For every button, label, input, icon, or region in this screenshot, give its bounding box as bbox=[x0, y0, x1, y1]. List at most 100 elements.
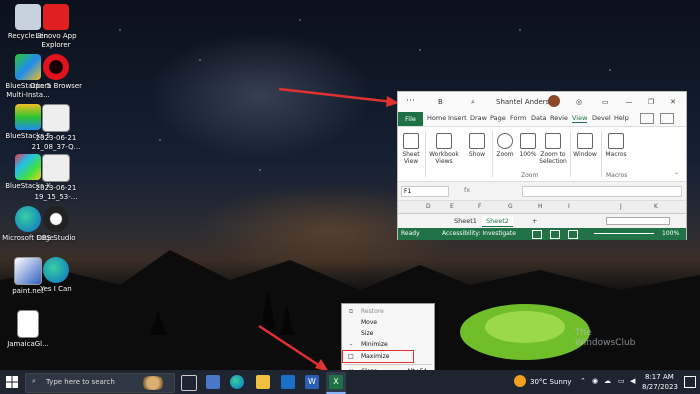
menu-item-size[interactable]: Size bbox=[343, 328, 433, 339]
quick-access-more-icon[interactable]: ⋯ bbox=[406, 96, 415, 106]
tab-review[interactable]: Revie bbox=[550, 114, 568, 122]
share-icon[interactable] bbox=[660, 113, 674, 124]
clock-date[interactable]: 8/27/2023 bbox=[642, 383, 678, 391]
restore-button[interactable]: ❐ bbox=[644, 96, 658, 108]
desktop-icon-screenshot-2[interactable]: 2023-06-21 19_15_53-... bbox=[28, 154, 84, 202]
sheet-tab-sheet2[interactable]: Sheet2 bbox=[482, 216, 513, 227]
desktop-icon-jamaica-document[interactable]: JamaicaGl... bbox=[0, 310, 56, 349]
zoom-group-label: Zoom bbox=[521, 172, 539, 179]
close-button[interactable]: ✕ bbox=[666, 96, 680, 108]
column-header[interactable]: K bbox=[654, 203, 658, 210]
edge-taskbar-icon[interactable] bbox=[230, 375, 244, 389]
file-explorer-icon[interactable] bbox=[256, 375, 270, 389]
formula-input[interactable] bbox=[522, 186, 682, 197]
desktop-icon-lenovo-app-explorer[interactable]: Lenovo App Explorer bbox=[28, 4, 84, 50]
workbook-views-icon bbox=[436, 133, 452, 149]
macros-button[interactable]: Macros bbox=[604, 133, 628, 158]
status-bar: Ready Accessibility: Investigate 100% bbox=[398, 228, 686, 240]
show-icon bbox=[469, 133, 485, 149]
lenovo-app-explorer-icon bbox=[43, 4, 69, 30]
column-header[interactable]: H bbox=[538, 203, 543, 210]
tab-page-layout[interactable]: Page bbox=[490, 114, 506, 122]
comments-icon[interactable] bbox=[640, 113, 654, 124]
zoom-to-selection-button[interactable]: Zoom to Selection bbox=[538, 133, 568, 165]
lightbulb-icon[interactable]: ◎ bbox=[576, 98, 582, 106]
tab-home[interactable]: Home bbox=[427, 114, 446, 122]
volume-icon[interactable]: ◀ bbox=[630, 377, 635, 385]
desktop-icon-opera[interactable]: Opera Browser bbox=[28, 54, 84, 91]
weather-sun-icon[interactable] bbox=[514, 375, 526, 387]
column-header[interactable]: D bbox=[426, 203, 431, 210]
column-header[interactable]: F bbox=[478, 203, 481, 210]
tab-developer[interactable]: Devel bbox=[592, 114, 611, 122]
weather-text[interactable]: 30°C Sunny bbox=[530, 378, 571, 386]
workbook-views-button[interactable]: Workbook Views bbox=[428, 133, 460, 165]
desktop-icon-yes-i-can[interactable]: Yes I Can bbox=[28, 257, 84, 294]
show-button[interactable]: Show bbox=[466, 133, 488, 158]
tab-view[interactable]: View bbox=[572, 114, 588, 123]
tab-file[interactable]: File bbox=[398, 112, 423, 126]
menu-item-move[interactable]: Move bbox=[343, 317, 433, 328]
image-file-icon bbox=[42, 154, 70, 182]
search-icon[interactable]: ⌕ bbox=[471, 98, 475, 107]
clock-time[interactable]: 8:17 AM bbox=[645, 373, 674, 381]
edge-icon bbox=[43, 257, 69, 283]
cloud-icon[interactable]: ☁ bbox=[604, 377, 611, 385]
tray-overflow-icon[interactable]: ⌃ bbox=[580, 377, 586, 385]
desktop-icon-obs-studio[interactable]: OBS Studio bbox=[28, 206, 84, 243]
windows-start-icon[interactable] bbox=[6, 376, 18, 388]
app-icon[interactable] bbox=[206, 375, 220, 389]
sheet-view-icon bbox=[403, 133, 419, 149]
taskbar-context-menu: ⧉ Restore Move Size – Minimize □ Maximiz… bbox=[341, 303, 435, 378]
menu-item-minimize[interactable]: – Minimize bbox=[343, 339, 433, 350]
column-header[interactable]: I bbox=[568, 203, 570, 210]
excel-icon: X bbox=[329, 375, 343, 389]
sheet-view-button[interactable]: Sheet View bbox=[400, 133, 422, 165]
mail-icon[interactable] bbox=[281, 375, 295, 389]
tab-draw[interactable]: Draw bbox=[470, 114, 487, 122]
excel-title-bar[interactable]: ⋯ B ⌕ Shantel Anderson ◎ ▭ — ❐ ✕ bbox=[398, 92, 686, 112]
window-button[interactable]: Window bbox=[572, 133, 598, 158]
network-icon[interactable]: ◉ bbox=[592, 377, 598, 385]
word-icon[interactable]: W bbox=[305, 375, 319, 389]
horizontal-scrollbar[interactable] bbox=[606, 217, 670, 225]
add-sheet-button[interactable]: + bbox=[528, 216, 541, 226]
annotation-arrow-bottom bbox=[258, 324, 329, 372]
ribbon-display-icon[interactable]: ▭ bbox=[602, 98, 609, 106]
menu-item-maximize[interactable]: □ Maximize bbox=[342, 350, 414, 363]
taskbar-search-box[interactable]: ⌕ Type here to search bbox=[25, 373, 175, 393]
title-file-name: B bbox=[438, 98, 443, 106]
column-header[interactable]: E bbox=[450, 203, 454, 210]
tab-help[interactable]: Help bbox=[614, 114, 629, 122]
collapse-ribbon-icon[interactable]: ⌃ bbox=[674, 172, 679, 179]
page-break-view-icon[interactable] bbox=[568, 230, 578, 239]
user-avatar[interactable] bbox=[548, 95, 560, 107]
zoom-slider[interactable] bbox=[594, 233, 654, 234]
notifications-icon[interactable] bbox=[684, 376, 696, 388]
task-view-icon[interactable] bbox=[181, 375, 197, 391]
formula-bar-row: F1 fx bbox=[398, 182, 686, 200]
column-header-row: D E F G H I J K bbox=[398, 200, 686, 213]
minimize-button[interactable]: — bbox=[622, 96, 636, 108]
normal-view-icon[interactable] bbox=[532, 230, 542, 239]
zoom-to-selection-icon bbox=[545, 133, 561, 149]
column-header[interactable]: G bbox=[508, 203, 513, 210]
zoom-button[interactable]: Zoom bbox=[494, 133, 516, 158]
insert-function-icon[interactable]: fx bbox=[464, 186, 470, 194]
excel-taskbar-button[interactable]: X bbox=[326, 372, 346, 394]
tab-insert[interactable]: Insert bbox=[448, 114, 467, 122]
battery-icon[interactable]: ▭ bbox=[618, 377, 625, 385]
excel-window[interactable]: ⋯ B ⌕ Shantel Anderson ◎ ▭ — ❐ ✕ File Ho… bbox=[397, 91, 687, 240]
column-header[interactable]: J bbox=[620, 203, 622, 210]
page-layout-view-icon[interactable] bbox=[550, 230, 560, 239]
accessibility-status[interactable]: Accessibility: Investigate bbox=[442, 230, 516, 237]
tab-formulas[interactable]: Form bbox=[510, 114, 526, 122]
name-box[interactable]: F1 bbox=[401, 186, 449, 197]
sheet-tab-sheet1[interactable]: Sheet1 bbox=[450, 216, 481, 226]
tab-data[interactable]: Data bbox=[531, 114, 547, 122]
desktop-icon-screenshot-1[interactable]: 2023-06-21 21_08_37-Q... bbox=[28, 104, 84, 152]
menu-item-restore[interactable]: ⧉ Restore bbox=[343, 306, 433, 317]
search-highlight-icon bbox=[138, 376, 168, 390]
zoom-level[interactable]: 100% bbox=[662, 230, 679, 237]
zoom-100-button[interactable]: 100% bbox=[517, 133, 539, 158]
